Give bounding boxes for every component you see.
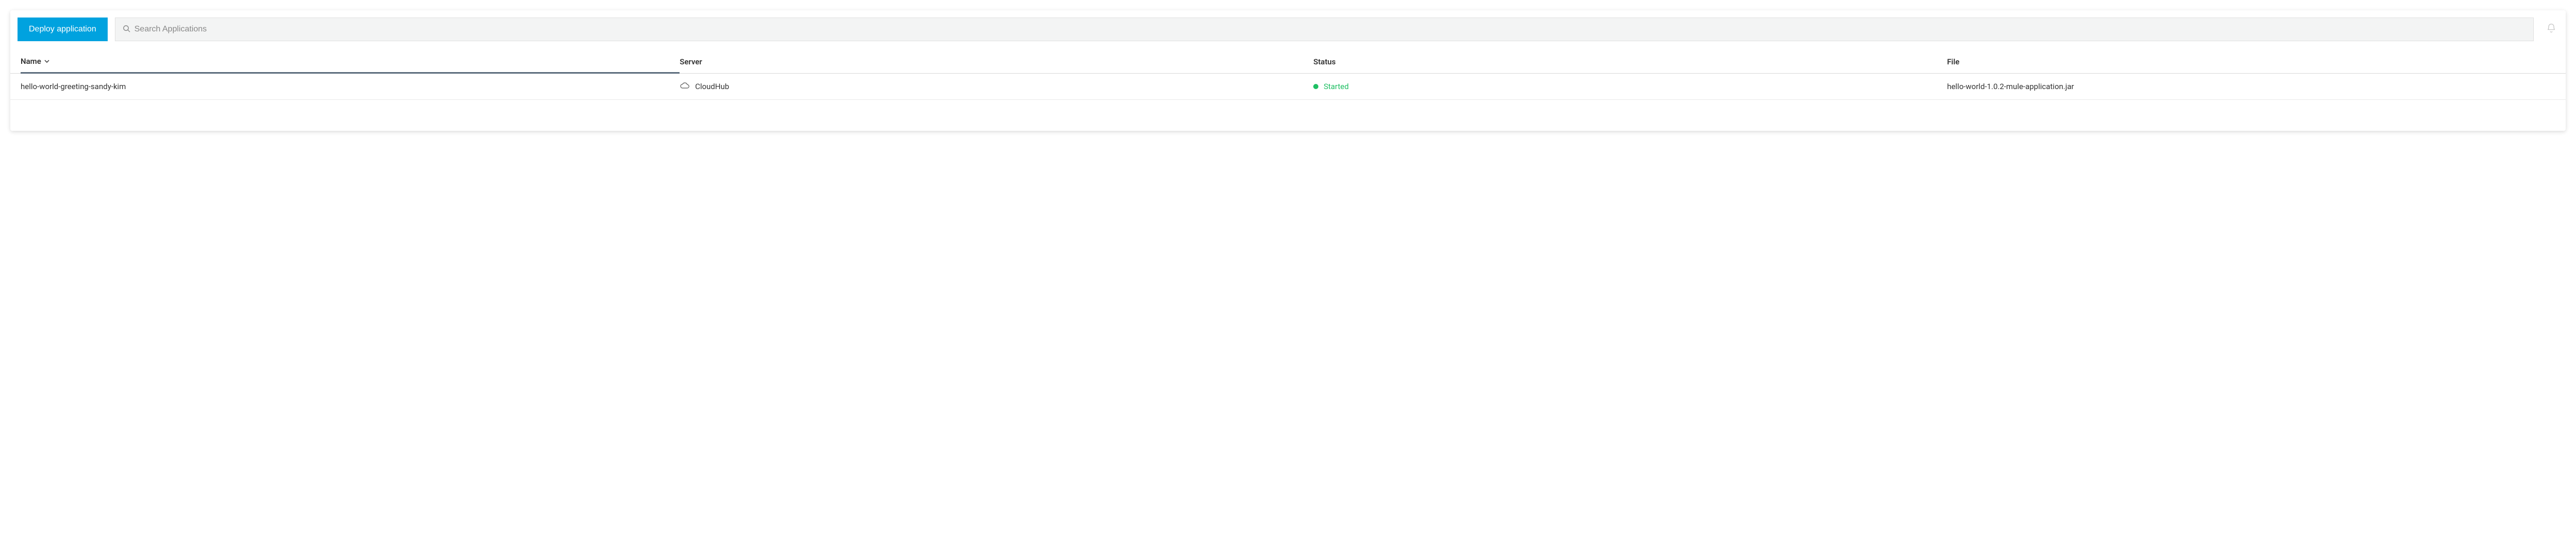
column-header-name[interactable]: Name (21, 50, 680, 74)
applications-panel: Deploy application Name (10, 10, 2566, 131)
table-row[interactable]: hello-world-greeting-sandy-kim CloudHub … (10, 74, 2566, 100)
server-name: CloudHub (695, 82, 729, 91)
column-header-server[interactable]: Server (680, 50, 1313, 73)
cell-file: hello-world-1.0.2-mule-application.jar (1947, 74, 2555, 99)
spacer (10, 100, 2566, 131)
applications-table: Name Server Status File hello-world-gree… (10, 50, 2566, 100)
notifications-button[interactable] (2541, 18, 2558, 41)
cell-name: hello-world-greeting-sandy-kim (21, 74, 680, 99)
column-header-status-label: Status (1313, 57, 1335, 66)
status-dot-icon (1313, 84, 1318, 89)
chevron-down-icon (44, 57, 49, 66)
column-header-server-label: Server (680, 57, 702, 66)
search-icon (123, 25, 130, 35)
table-header: Name Server Status File (10, 50, 2566, 74)
status-text: Started (1324, 82, 1349, 91)
toolbar: Deploy application (10, 10, 2566, 41)
deploy-application-button[interactable]: Deploy application (18, 18, 108, 41)
cloud-icon (680, 82, 690, 91)
search-input[interactable] (134, 19, 2526, 40)
column-header-file[interactable]: File (1947, 50, 2555, 73)
column-header-status[interactable]: Status (1313, 50, 1947, 73)
column-header-name-label: Name (21, 57, 41, 66)
cell-server: CloudHub (680, 74, 1313, 99)
cell-status: Started (1313, 74, 1947, 99)
column-header-file-label: File (1947, 57, 1959, 66)
file-name: hello-world-1.0.2-mule-application.jar (1947, 82, 2074, 91)
bell-icon (2546, 23, 2556, 36)
app-name: hello-world-greeting-sandy-kim (21, 82, 126, 91)
search-wrapper (115, 18, 2534, 41)
